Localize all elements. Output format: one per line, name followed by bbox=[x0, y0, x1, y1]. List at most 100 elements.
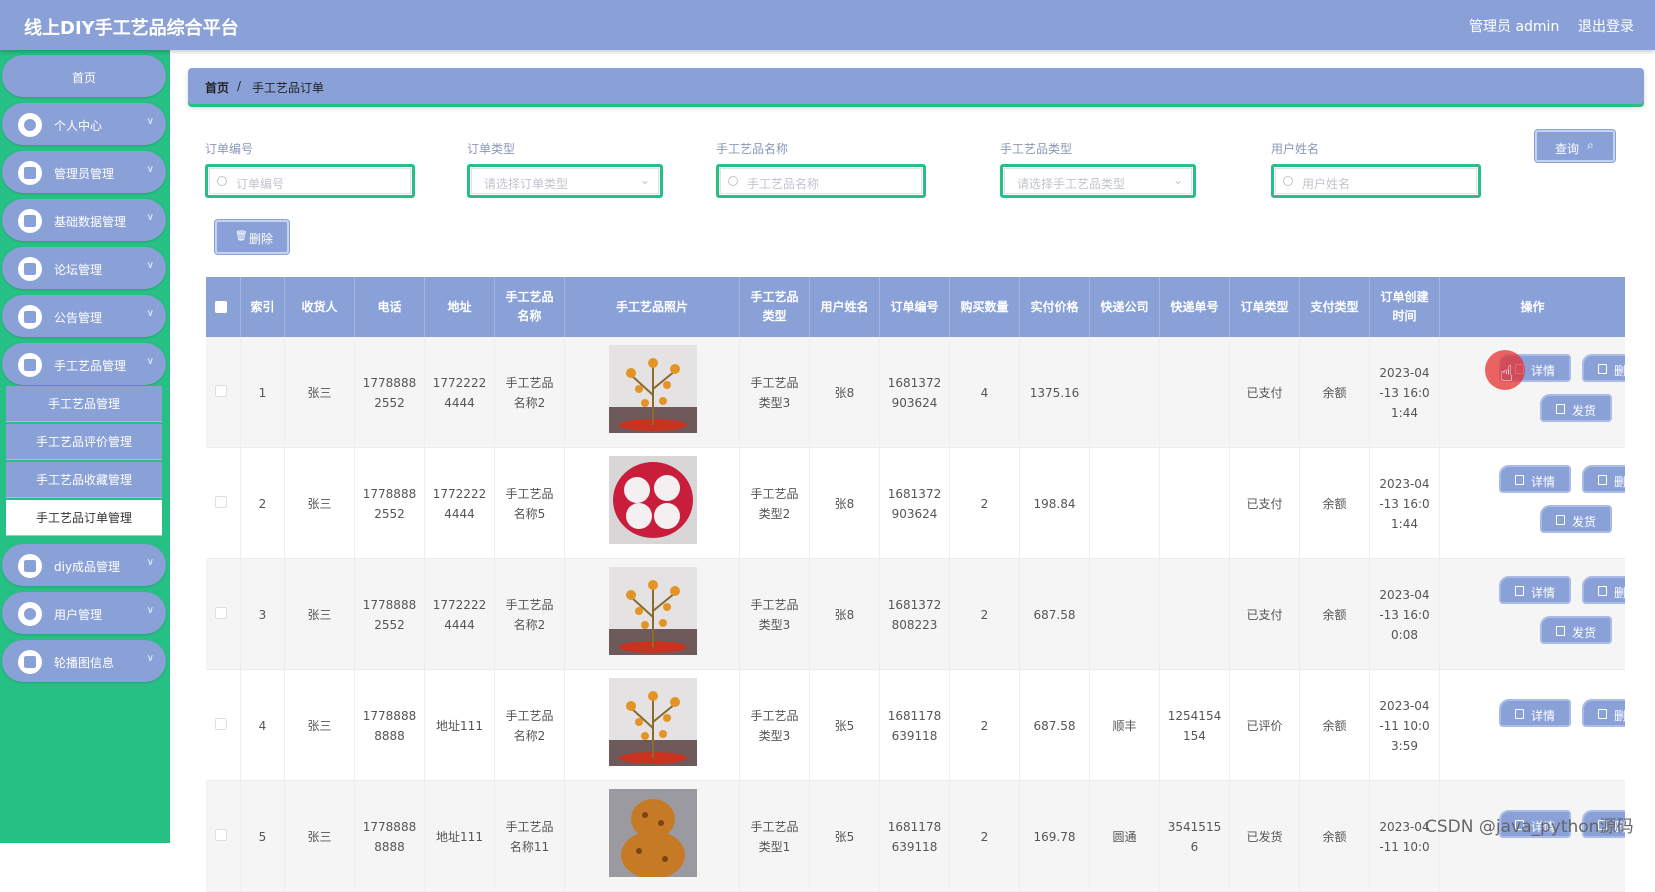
cell-user: 张5 bbox=[810, 670, 880, 780]
cell-text-line: 1681372 bbox=[887, 597, 942, 612]
sidebar-item-carousel[interactable]: 轮播图信息 ∨ bbox=[2, 640, 166, 682]
header-tracking-no: 快递单号 bbox=[1160, 277, 1230, 337]
craft-photo bbox=[609, 567, 697, 655]
submenu-item-craft-reviews[interactable]: 手工艺品评价管理 bbox=[6, 424, 162, 460]
sidebar-item-forum[interactable]: 论坛管理 ∨ bbox=[2, 247, 166, 289]
grid-icon bbox=[18, 554, 42, 578]
cell-tracking: 1254154 154 bbox=[1160, 670, 1230, 780]
cell-receiver: 张三 bbox=[285, 781, 355, 891]
header-craft-type: 手工艺品类型 bbox=[740, 277, 810, 337]
header-address: 地址 bbox=[425, 277, 495, 337]
select-all-checkbox[interactable] bbox=[215, 301, 227, 313]
breadcrumb-home[interactable]: 首页 bbox=[205, 79, 229, 96]
row-checkbox[interactable] bbox=[215, 385, 227, 397]
cell-text-line: -13 16:0 bbox=[1379, 607, 1430, 622]
sidebar-item-user-management[interactable]: 用户管理 ∨ bbox=[2, 592, 166, 634]
cell-text-line: 1778888 bbox=[362, 708, 417, 723]
cell-name: 手工艺品 名称11 bbox=[495, 781, 565, 891]
cell-order-type: 已评价 bbox=[1230, 670, 1300, 780]
admin-label: 管理员 admin bbox=[1469, 19, 1560, 35]
row-checkbox[interactable] bbox=[215, 829, 227, 841]
sidebar-item-admin-management[interactable]: 管理员管理 ∨ bbox=[2, 151, 166, 193]
cell-type: 手工艺品 类型3 bbox=[740, 670, 810, 780]
action-label: 删除 bbox=[1614, 475, 1625, 489]
ship-button[interactable]: 发货 bbox=[1540, 505, 1612, 533]
sidebar-item-base-data[interactable]: 基础数据管理 ∨ bbox=[2, 199, 166, 241]
cell-index: 1 bbox=[241, 337, 285, 447]
cell-text-line: 类型1 bbox=[758, 839, 791, 854]
cell-text-line: 名称2 bbox=[513, 728, 546, 743]
delete-button[interactable]: 删除 bbox=[1582, 354, 1625, 382]
cell-pay-type: 余额 bbox=[1300, 670, 1370, 780]
chevron-down-icon: ∨ bbox=[146, 164, 154, 175]
cell-text-line: 手工艺品 bbox=[750, 819, 799, 834]
craft-type-label: 手工艺品类型 bbox=[1000, 142, 1073, 156]
craft-photo bbox=[609, 345, 697, 433]
row-select-cell bbox=[206, 448, 241, 558]
cell-order-type: 已支付 bbox=[1230, 448, 1300, 558]
cell-text-line: 1778888 bbox=[362, 486, 417, 501]
cell-photo bbox=[565, 781, 740, 891]
action-label: 详情 bbox=[1531, 364, 1556, 378]
query-button[interactable]: 查询 ⌕ bbox=[1535, 130, 1615, 162]
row-checkbox[interactable] bbox=[215, 607, 227, 619]
cell-text-line: 154 bbox=[1183, 728, 1206, 743]
cell-text-line: 2552 bbox=[374, 617, 405, 632]
cell-pay-type: 余额 bbox=[1300, 559, 1370, 669]
breadcrumb: 首页 / 手工艺品订单 bbox=[188, 68, 1644, 104]
sidebar-item-label: 基础数据管理 bbox=[54, 215, 127, 229]
order-type-select[interactable]: 请选择订单类型 ⌄ bbox=[467, 164, 663, 198]
sidebar-item-personal-center[interactable]: 个人中心 ∨ bbox=[2, 103, 166, 145]
header-user-name: 用户姓名 bbox=[810, 277, 880, 337]
sidebar-item-craft-management[interactable]: 手工艺品管理 ∨ bbox=[2, 343, 166, 385]
search-icon bbox=[728, 176, 738, 186]
sidebar-item-home[interactable]: 首页 bbox=[2, 55, 166, 97]
batch-delete-button[interactable]: 🗑 删除 bbox=[215, 220, 289, 254]
delete-button[interactable]: 删除 bbox=[1582, 465, 1625, 493]
chevron-down-icon: ∨ bbox=[146, 260, 154, 271]
detail-button[interactable]: 详情 bbox=[1499, 576, 1571, 604]
cell-text-line: 名称5 bbox=[513, 506, 546, 521]
order-no-input[interactable]: 订单编号 bbox=[205, 164, 415, 198]
table-row: 3 张三 1778888 2552 1772222 4444 手工艺品 名称2 手工艺品 类型3 张… bbox=[206, 559, 1625, 670]
logout-link[interactable]: 退出登录 bbox=[1578, 16, 1634, 36]
delete-button[interactable]: 删除 bbox=[1582, 576, 1625, 604]
sidebar-item-notice[interactable]: 公告管理 ∨ bbox=[2, 295, 166, 337]
cell-photo bbox=[565, 448, 740, 558]
cell-text-line: 1778888 bbox=[362, 597, 417, 612]
ship-button[interactable]: 发货 bbox=[1540, 394, 1612, 422]
cell-address: 地址111 bbox=[425, 670, 495, 780]
submenu-item-craft-orders[interactable]: 手工艺品订单管理 bbox=[6, 500, 162, 536]
watermark: CSDN @java_python源码 bbox=[1425, 817, 1634, 837]
sidebar-item-diy-products[interactable]: diy成品管理 ∨ bbox=[2, 544, 166, 586]
cell-actions: 详情 删除发货 bbox=[1440, 448, 1625, 558]
location-icon bbox=[18, 602, 42, 626]
craft-name-input[interactable]: 手工艺品名称 bbox=[716, 164, 926, 198]
cell-text-line: 类型3 bbox=[758, 617, 791, 632]
row-checkbox[interactable] bbox=[215, 496, 227, 508]
cell-text-line: 2023-04 bbox=[1379, 698, 1430, 713]
header-receiver: 收货人 bbox=[285, 277, 355, 337]
grid-icon bbox=[18, 257, 42, 281]
row-checkbox[interactable] bbox=[215, 718, 227, 730]
ship-button[interactable]: 发货 bbox=[1540, 616, 1612, 644]
user-name-placeholder: 用户姓名 bbox=[1302, 177, 1351, 191]
user-icon bbox=[18, 113, 42, 137]
craft-name-placeholder: 手工艺品名称 bbox=[747, 177, 820, 191]
cell-text-line: 1681372 bbox=[887, 375, 942, 390]
cell-actions: 详情 删除发货 bbox=[1440, 559, 1625, 669]
grid-icon bbox=[18, 305, 42, 329]
detail-button[interactable]: 详情 bbox=[1499, 465, 1571, 493]
delete-button[interactable]: 删除 bbox=[1582, 699, 1625, 727]
cell-type: 手工艺品 类型3 bbox=[740, 337, 810, 447]
submenu-item-craft-management[interactable]: 手工艺品管理 bbox=[6, 386, 162, 422]
craft-type-select[interactable]: 请选择手工艺品类型 ⌄ bbox=[1000, 164, 1196, 198]
cell-time: 2023-04 -13 16:0 1:44 bbox=[1370, 337, 1440, 447]
user-name-input[interactable]: 用户姓名 bbox=[1271, 164, 1481, 198]
action-label: 发货 bbox=[1572, 404, 1597, 418]
search-icon bbox=[217, 176, 227, 186]
detail-button[interactable]: 详情 bbox=[1499, 699, 1571, 727]
submenu-item-craft-favorites[interactable]: 手工艺品收藏管理 bbox=[6, 462, 162, 498]
header-order-type: 订单类型 bbox=[1230, 277, 1300, 337]
sidebar-item-label: 首页 bbox=[71, 71, 96, 85]
